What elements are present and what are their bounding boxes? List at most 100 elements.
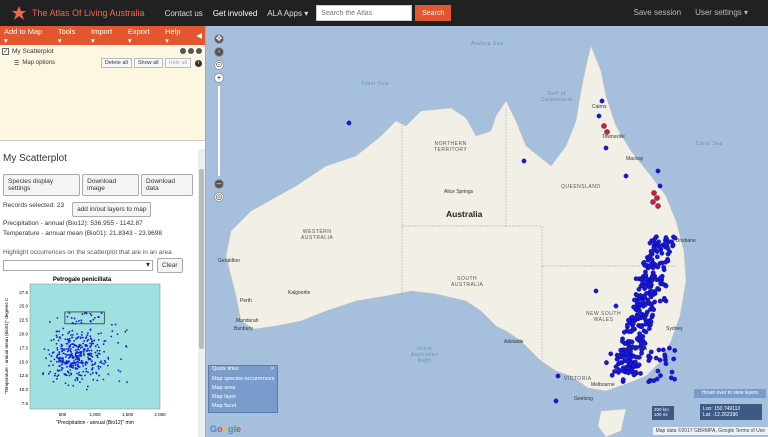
scatter-point bbox=[86, 350, 88, 352]
scatter-point bbox=[65, 353, 68, 356]
pan-icon[interactable]: ✥ bbox=[214, 34, 224, 44]
sidebar-scrollbar[interactable] bbox=[198, 149, 205, 437]
scatter-point bbox=[93, 316, 96, 319]
nav-get-involved[interactable]: Get involved bbox=[213, 9, 257, 18]
scatter-point bbox=[58, 351, 61, 353]
zoom-box-icon[interactable]: ◦ bbox=[214, 47, 224, 57]
scatter-point bbox=[68, 330, 71, 333]
scatter-point bbox=[73, 344, 76, 347]
menu-help[interactable]: Help ▾ bbox=[165, 27, 186, 45]
zoom-slider-track[interactable] bbox=[218, 86, 220, 176]
scatter-point bbox=[124, 330, 127, 333]
info-icon[interactable]: i bbox=[195, 59, 202, 67]
map-attribution[interactable]: Map data ©2017 GBRMPA, Google Terms of U… bbox=[652, 427, 768, 435]
label-sa: SOUTH AUSTRALIA bbox=[451, 276, 484, 288]
occurrence-dot bbox=[633, 276, 639, 282]
scatter-point bbox=[94, 351, 97, 354]
scatter-point bbox=[59, 337, 62, 340]
scatter-point bbox=[47, 349, 50, 351]
city-sydney: Sydney bbox=[666, 326, 683, 332]
quick-links-close-icon[interactable]: × bbox=[271, 366, 274, 375]
nav-ala-apps[interactable]: ALA Apps ▾ bbox=[267, 9, 308, 18]
search-button[interactable]: Search bbox=[415, 5, 452, 21]
hide-all-button[interactable]: Hide all bbox=[164, 58, 191, 68]
occurrence-dot bbox=[658, 373, 663, 378]
occurrence-dot bbox=[665, 246, 671, 251]
zoom-out-button[interactable]: – bbox=[214, 179, 224, 189]
scatter-point bbox=[91, 372, 94, 374]
zoom-layer-icon[interactable] bbox=[180, 48, 186, 54]
scatter-point bbox=[67, 350, 69, 353]
layer-icons bbox=[178, 48, 202, 54]
scatter-point bbox=[57, 370, 60, 372]
zoom-in-button[interactable]: + bbox=[214, 73, 224, 83]
scatter-point bbox=[89, 312, 92, 315]
menu-add-to-map[interactable]: Add to Map ▾ bbox=[4, 27, 48, 45]
occurrence-dot bbox=[658, 279, 664, 285]
occurrence-dot bbox=[655, 264, 661, 270]
scatter-point bbox=[66, 370, 69, 373]
remove-layer-icon[interactable] bbox=[196, 48, 202, 54]
y-tick-label: 7.5 bbox=[22, 401, 29, 406]
occurrence-dot bbox=[618, 347, 624, 353]
city-perth: Perth bbox=[240, 298, 252, 304]
google-logo[interactable]: Google bbox=[210, 424, 241, 434]
scatter-point bbox=[68, 345, 70, 348]
scatter-point bbox=[56, 347, 59, 349]
quick-link-map-area[interactable]: Map area bbox=[209, 384, 277, 393]
scatter-point bbox=[76, 333, 78, 335]
occurrence-dot bbox=[672, 348, 678, 353]
brand-link[interactable]: The Atlas Of Living Australia bbox=[12, 6, 145, 20]
scatter-point bbox=[74, 379, 77, 382]
save-session-link[interactable]: Save session bbox=[633, 8, 681, 17]
occurrence-dot bbox=[637, 331, 642, 337]
scatter-point bbox=[103, 350, 106, 353]
occurrence-dot bbox=[656, 347, 662, 353]
occurrence-dot bbox=[650, 270, 656, 276]
scatter-chart[interactable]: Petrogale penicillata 7.5 10.0 12.5 15.0 17.… bbox=[0, 274, 198, 434]
menu-tools[interactable]: Tools ▾ bbox=[58, 27, 81, 45]
layer-checkbox[interactable]: ✓ bbox=[2, 47, 9, 55]
quick-link-map-species[interactable]: Map species occurrences bbox=[209, 375, 277, 384]
occurrence-dot bbox=[620, 355, 626, 360]
show-all-button[interactable]: Show all bbox=[133, 58, 163, 68]
occurrence-dot bbox=[667, 345, 672, 351]
quick-link-map-facet[interactable]: Map facet bbox=[209, 402, 277, 411]
scatter-point bbox=[120, 358, 122, 361]
occurrence-dot bbox=[617, 360, 623, 366]
scatter-point bbox=[89, 354, 92, 357]
menu-export[interactable]: Export ▾ bbox=[128, 27, 155, 45]
nav-contact-us[interactable]: Contact us bbox=[165, 9, 203, 18]
add-in-out-layers-button[interactable]: add in/out layers to map bbox=[72, 202, 152, 217]
menu-import[interactable]: Import ▾ bbox=[91, 27, 118, 45]
clear-button[interactable]: Clear bbox=[157, 258, 183, 273]
map-canvas[interactable]: Timor Sea Arafura Sea Coral Sea Gulf of … bbox=[206, 26, 768, 437]
layer-row[interactable]: ✓ My Scatterplot bbox=[0, 45, 205, 57]
scatter-point bbox=[68, 354, 70, 356]
scatter-point bbox=[45, 357, 47, 360]
collapse-sidebar-icon[interactable]: ◀ bbox=[196, 31, 202, 40]
scatter-point bbox=[58, 330, 61, 333]
delete-all-button[interactable]: Delete all bbox=[100, 58, 132, 68]
hover-layers-box[interactable]: Hover over to view layers bbox=[694, 389, 766, 398]
info-layer-icon[interactable] bbox=[188, 48, 194, 54]
scatter-point bbox=[56, 355, 59, 357]
download-image-button[interactable]: Download image bbox=[82, 174, 140, 196]
highlight-label: Highlight occurrences on the scatterplot… bbox=[3, 249, 172, 256]
scatter-point bbox=[76, 351, 79, 354]
measure-icon[interactable]: ⊙ bbox=[214, 60, 224, 70]
user-settings-link[interactable]: User settings ▾ bbox=[695, 8, 748, 17]
scrollbar-thumb[interactable] bbox=[199, 169, 204, 349]
scatter-point bbox=[70, 317, 73, 319]
locate-icon[interactable]: ◎ bbox=[214, 192, 224, 202]
highlight-area-select[interactable] bbox=[3, 260, 153, 271]
map-options-link[interactable]: Map options bbox=[22, 60, 55, 66]
search-input[interactable] bbox=[316, 5, 413, 21]
y-tick-label: 20.0 bbox=[19, 332, 28, 337]
scatter-point bbox=[117, 369, 120, 372]
species-display-settings-button[interactable]: Species display settings bbox=[3, 174, 81, 196]
scatter-point bbox=[86, 347, 89, 350]
download-data-button[interactable]: Download data bbox=[141, 174, 194, 196]
scatter-point bbox=[66, 342, 69, 345]
quick-link-map-layer[interactable]: Map layer bbox=[209, 393, 277, 402]
